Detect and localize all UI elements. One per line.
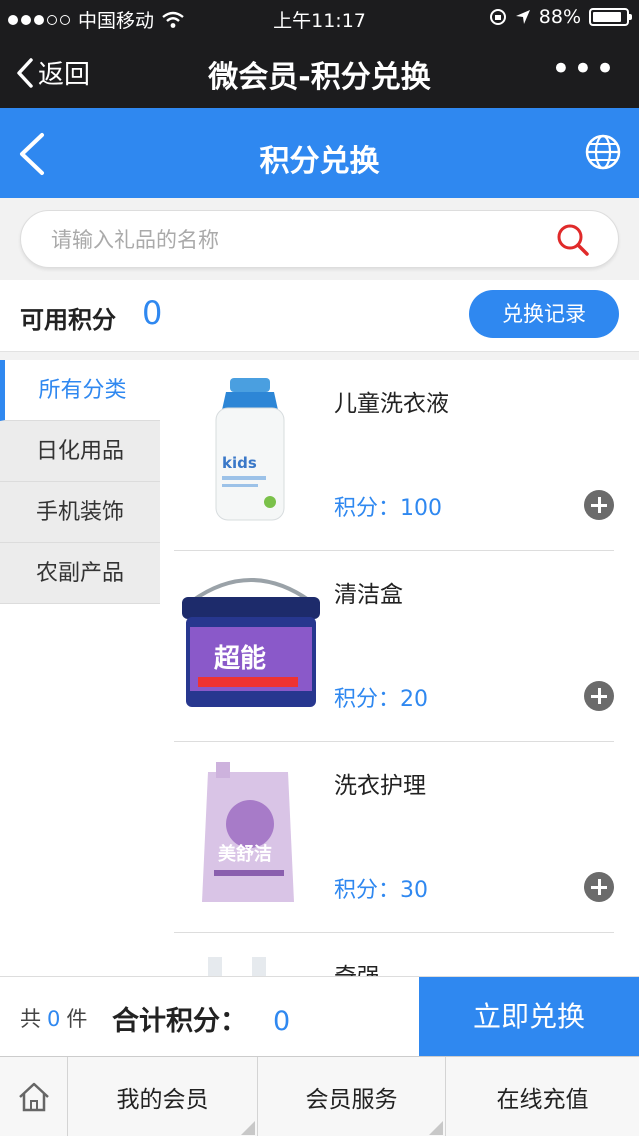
page-title: 微会员-积分兑换 <box>208 60 431 95</box>
home-icon <box>18 1082 49 1112</box>
add-to-cart-button[interactable] <box>584 872 614 902</box>
bottom-nav-my-membership[interactable]: 我的会员 <box>68 1057 258 1136</box>
status-right: 88% <box>489 6 632 28</box>
bottom-nav-home[interactable] <box>0 1057 68 1136</box>
app-header: 积分兑换 <box>0 108 639 198</box>
product-points: 积分：30 <box>334 878 428 903</box>
bottom-nav-label: 会员服务 <box>305 1087 398 1113</box>
category-sidebar: 所有分类 日化用品 手机装饰 农副产品 <box>0 360 160 604</box>
product-name: 奇强 <box>334 957 380 976</box>
cart-bar: 共0件 合计积分： 0 立即兑换 <box>0 976 639 1057</box>
bottom-nav-member-services[interactable]: 会员服务 <box>258 1057 446 1136</box>
add-to-cart-button[interactable] <box>584 681 614 711</box>
cart-total-value: 0 <box>273 1006 291 1037</box>
exchange-history-button[interactable]: 兑换记录 <box>469 290 619 338</box>
cart-count-value: 0 <box>47 1007 61 1031</box>
available-points-value: 0 <box>142 294 163 332</box>
detergent-bottles-image <box>208 957 266 976</box>
category-item-phone-accessories[interactable]: 手机装饰 <box>0 482 160 543</box>
bottom-nav-online-recharge[interactable]: 在线充值 <box>446 1057 639 1136</box>
product-list: kids 儿童洗衣液 积分：100 超能 清洁盒 积分：20 美舒洁 洗衣护理 … <box>174 360 614 976</box>
content-area: 所有分类 日化用品 手机装饰 农副产品 kids 儿童洗衣液 积分：100 超能… <box>0 360 639 976</box>
cart-count-suffix: 件 <box>66 1007 88 1031</box>
svg-text:美舒洁: 美舒洁 <box>218 843 272 865</box>
add-to-cart-button[interactable] <box>584 490 614 520</box>
product-name: 清洁盒 <box>334 582 403 608</box>
product-item[interactable]: 美舒洁 洗衣护理 积分：30 <box>174 742 614 933</box>
category-item-daily-chemicals[interactable]: 日化用品 <box>0 421 160 482</box>
orientation-lock-icon <box>489 9 506 25</box>
bottom-nav-label: 我的会员 <box>116 1087 209 1113</box>
product-item[interactable]: 超能 清洁盒 积分：20 <box>174 551 614 742</box>
category-item-farm-products[interactable]: 农副产品 <box>0 543 160 604</box>
battery-percent: 88% <box>538 6 581 28</box>
cart-total: 合计积分： 0 <box>112 999 290 1038</box>
cart-count: 共0件 <box>20 1003 87 1033</box>
search-box <box>20 210 619 268</box>
redeem-now-button[interactable]: 立即兑换 <box>419 977 639 1057</box>
kids-detergent-bottle-image: kids <box>215 378 285 521</box>
location-icon <box>515 10 530 24</box>
lavender-detergent-pouch-image: 美舒洁 <box>202 762 294 902</box>
product-item[interactable]: 奇强 <box>174 933 614 976</box>
svg-text:超能: 超能 <box>214 643 266 674</box>
more-menu-button[interactable]: ••• <box>551 52 617 86</box>
svg-text:kids: kids <box>222 454 257 472</box>
status-bar: 中国移动 上午11:17 88% <box>0 0 639 36</box>
globe-icon[interactable] <box>585 134 621 170</box>
product-name: 儿童洗衣液 <box>334 391 449 417</box>
header-title: 积分兑换 <box>259 144 380 179</box>
search-area <box>0 198 639 280</box>
battery-icon <box>589 8 632 26</box>
cart-total-label: 合计积分： <box>112 1006 247 1037</box>
product-name: 洗衣护理 <box>334 773 426 799</box>
bottom-nav-label: 在线充值 <box>496 1087 589 1113</box>
cart-count-prefix: 共 <box>20 1007 41 1031</box>
product-item[interactable]: kids 儿童洗衣液 积分：100 <box>174 360 614 551</box>
search-icon[interactable] <box>556 223 590 257</box>
product-points: 积分：20 <box>334 687 428 712</box>
available-points-label: 可用积分 <box>20 306 116 334</box>
bottom-nav: 我的会员 会员服务 在线充值 <box>0 1056 639 1136</box>
detergent-bucket-image: 超能 <box>182 578 320 707</box>
submenu-indicator-icon <box>429 1121 443 1135</box>
submenu-indicator-icon <box>241 1121 255 1135</box>
points-bar: 可用积分 0 兑换记录 <box>0 280 639 352</box>
wechat-nav-bar: 返回 微会员-积分兑换 ••• <box>0 36 639 108</box>
product-points: 积分：100 <box>334 496 442 521</box>
category-item-all[interactable]: 所有分类 <box>0 360 160 421</box>
search-input[interactable] <box>51 221 531 259</box>
